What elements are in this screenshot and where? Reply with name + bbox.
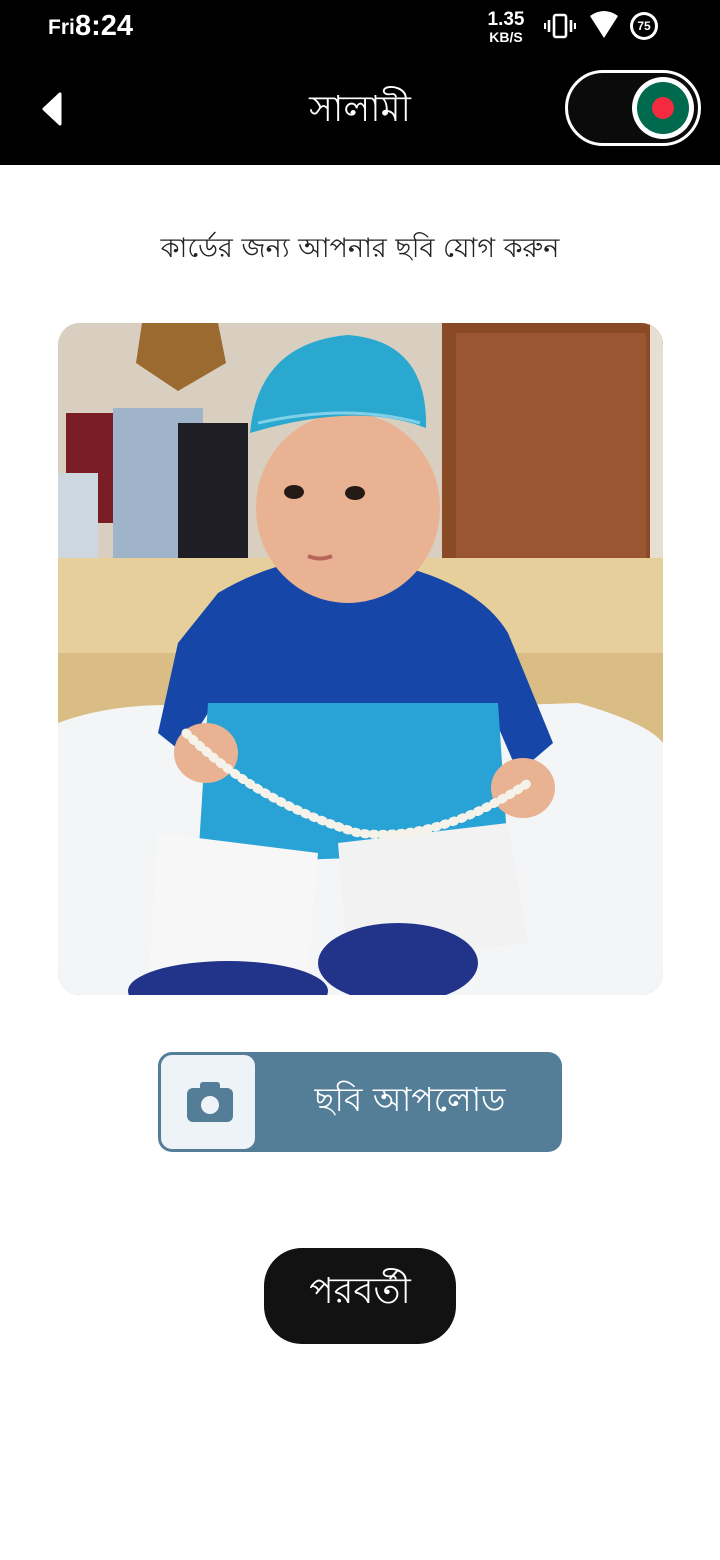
vibrate-icon xyxy=(544,13,576,39)
toggle-knob xyxy=(632,77,694,139)
upload-photo-button[interactable]: ছবি আপলোড xyxy=(158,1052,562,1152)
network-speed-unit: KB/S xyxy=(489,29,523,45)
network-speed-value: 1.35 xyxy=(487,9,525,30)
status-bar: Fri 8:24 1.35 KB/S 75 xyxy=(0,0,720,56)
photo-illustration xyxy=(58,323,663,995)
next-button[interactable]: পরবর্তী xyxy=(264,1248,456,1344)
battery-level: 75 xyxy=(633,15,655,37)
camera-icon-box[interactable] xyxy=(159,1053,257,1151)
status-day: Fri xyxy=(48,16,75,39)
baby-photo xyxy=(58,323,663,995)
bangladesh-flag-icon xyxy=(637,82,689,134)
flag-red-disc xyxy=(652,97,674,119)
wifi-icon xyxy=(590,11,618,38)
camera-icon xyxy=(187,1082,233,1122)
battery-icon: 75 xyxy=(630,12,658,40)
status-time: 8:24 xyxy=(75,10,134,42)
language-toggle[interactable] xyxy=(565,70,701,146)
upload-button-label: ছবি আপলোড xyxy=(314,1080,506,1119)
network-speed: 1.35 KB/S xyxy=(484,10,528,44)
instruction-text: কার্ডের জন্য আপনার ছবি যোগ করুন xyxy=(160,233,560,264)
app-bar: সালামী xyxy=(0,56,720,165)
